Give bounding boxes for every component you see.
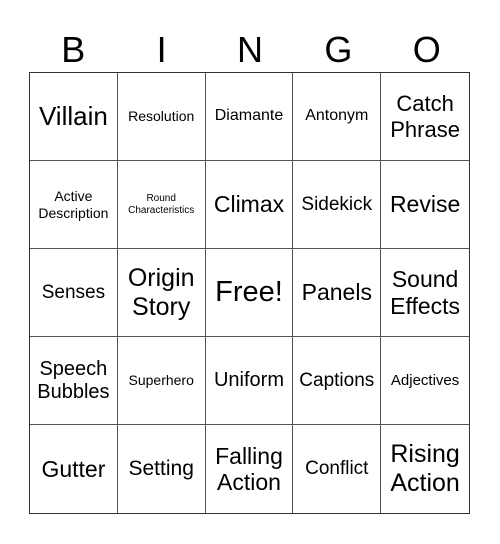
bingo-cell: Captions — [293, 337, 382, 425]
bingo-cell: Falling Action — [206, 425, 294, 513]
bingo-cell: Round Characteristics — [117, 161, 206, 249]
bingo-cell: Superhero — [117, 337, 206, 425]
bingo-cell: Diamante — [205, 73, 294, 161]
free-space-cell: Free! — [205, 249, 294, 337]
bingo-cell: Conflict — [293, 425, 382, 513]
bingo-cell: Sidekick — [293, 161, 382, 249]
bingo-cell: Uniform — [205, 337, 294, 425]
bingo-cell: Gutter — [30, 425, 118, 513]
bingo-cell: Origin Story — [117, 249, 206, 337]
bingo-cell: Panels — [293, 249, 382, 337]
header-letter-o: O — [412, 29, 441, 70]
bingo-cell: Setting — [118, 425, 206, 513]
header-letter-g: G — [324, 29, 353, 70]
header-letter-b: B — [61, 29, 86, 70]
bingo-cell: Resolution — [117, 73, 206, 161]
bingo-cell: Active Description — [30, 161, 118, 249]
bingo-cell: Speech Bubbles — [30, 337, 118, 425]
bingo-cell: Catch Phrase — [381, 73, 469, 161]
bingo-cell: Revise — [381, 161, 469, 249]
bingo-cell: Climax — [205, 161, 294, 249]
bingo-cell: Sound Effects — [381, 249, 469, 337]
bingo-cell: Adjectives — [381, 337, 469, 425]
bingo-cell: Antonym — [293, 73, 382, 161]
header-letter-i: I — [156, 29, 167, 70]
header-letter-n: N — [236, 29, 263, 70]
bingo-cell: Villain — [30, 73, 118, 161]
bingo-cell: Rising Action — [390, 440, 460, 497]
bingo-header: B I N G O — [29, 28, 471, 72]
bingo-card-grid: Villain Resolution Diamante Antonym Catc… — [29, 72, 470, 514]
bingo-cell: Senses — [30, 249, 118, 337]
